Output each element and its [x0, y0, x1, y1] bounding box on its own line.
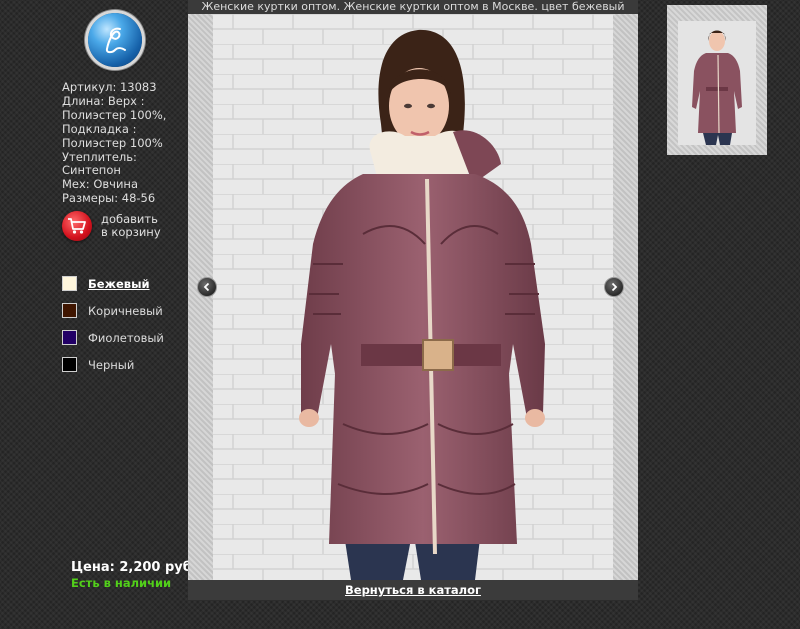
product-photo [213, 14, 613, 580]
color-swatch [62, 276, 77, 291]
detail-line: Полиэстер 100% [62, 135, 163, 150]
color-options: Бежевый Коричневый Фиолетовый Черный [62, 270, 164, 378]
chevron-right-icon [611, 282, 618, 292]
color-swatch [62, 357, 77, 372]
availability-status: Есть в наличии [71, 576, 172, 590]
thumbnail-frame[interactable] [667, 5, 767, 155]
detail-line: Длина: Верх : [62, 93, 145, 108]
color-option-violet[interactable]: Фиолетовый [62, 324, 164, 351]
color-label: Фиолетовый [88, 330, 164, 345]
color-option-black[interactable]: Черный [62, 351, 164, 378]
shopping-cart-icon [62, 211, 92, 241]
product-details: Артикул: 13083 Длина: Верх : Полиэстер 1… [62, 80, 182, 206]
color-option-beige[interactable]: Бежевый [62, 270, 164, 297]
detail-line: Синтепон [62, 163, 121, 178]
viewer-footer: Вернуться в каталог [188, 580, 638, 600]
detail-line: Полиэстер 100%, [62, 107, 167, 122]
add-to-cart-label: добавить в корзину [101, 212, 161, 239]
next-image-button[interactable] [604, 277, 624, 297]
detail-line: Мех: Овчина [62, 177, 138, 192]
color-option-brown[interactable]: Коричневый [62, 297, 164, 324]
detail-line: Артикул: 13083 [62, 80, 157, 94]
add-to-cart-button[interactable]: добавить в корзину [62, 211, 161, 241]
color-label: Бежевый [88, 276, 150, 291]
color-label: Коричневый [88, 303, 163, 318]
script-l-logo-icon [105, 27, 126, 54]
detail-line: Размеры: 48-56 [62, 191, 156, 206]
color-swatch [62, 303, 77, 318]
thumbnail-image [678, 21, 756, 145]
detail-line: Подкладка : [62, 121, 137, 136]
price: Цена: 2,200 руб. [71, 560, 197, 575]
prev-image-button[interactable] [197, 277, 217, 297]
chevron-left-icon [203, 282, 210, 292]
back-to-catalog-link[interactable]: Вернуться в каталог [345, 583, 481, 597]
site-logo[interactable] [88, 13, 142, 67]
detail-line: Утеплитель: [62, 149, 137, 164]
image-caption: Женские куртки оптом. Женские куртки опт… [188, 0, 638, 14]
color-label: Черный [88, 357, 135, 372]
color-swatch [62, 330, 77, 345]
